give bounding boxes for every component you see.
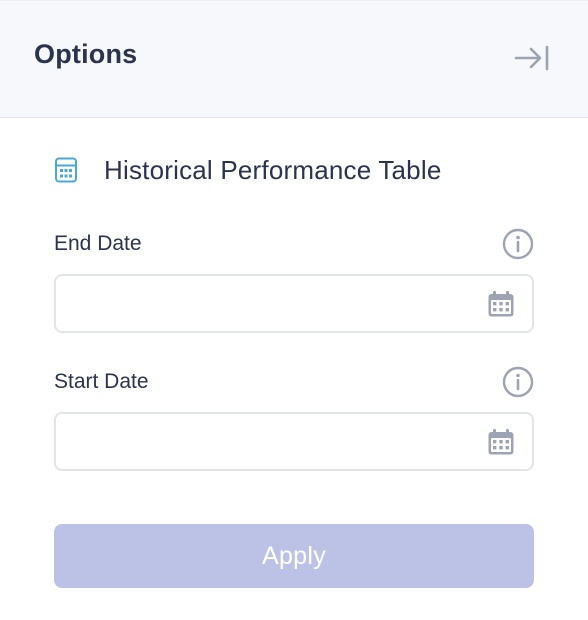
calendar-icon (488, 291, 514, 317)
options-panel: Options Historical Performance Table End… (0, 0, 588, 620)
end-date-label: End Date (54, 232, 142, 255)
collapse-right-icon (514, 45, 549, 71)
section-header: Historical Performance Table (54, 150, 534, 190)
panel-header: Options (0, 0, 588, 118)
end-date-calendar-button[interactable] (486, 289, 516, 319)
section-title: Historical Performance Table (104, 154, 442, 185)
start-date-info-icon[interactable] (502, 366, 534, 398)
end-date-field[interactable] (54, 274, 534, 333)
start-date-label: Start Date (54, 370, 149, 393)
start-date-field[interactable] (54, 412, 534, 471)
panel-title: Options (34, 39, 138, 69)
end-date-input[interactable] (70, 276, 470, 331)
start-date-calendar-button[interactable] (486, 427, 516, 457)
apply-button[interactable]: Apply (54, 524, 534, 588)
calendar-icon (488, 429, 514, 455)
collapse-panel-button[interactable] (512, 41, 552, 75)
start-date-input[interactable] (70, 414, 470, 469)
end-date-info-icon[interactable] (502, 228, 534, 260)
calculator-icon (54, 157, 78, 183)
